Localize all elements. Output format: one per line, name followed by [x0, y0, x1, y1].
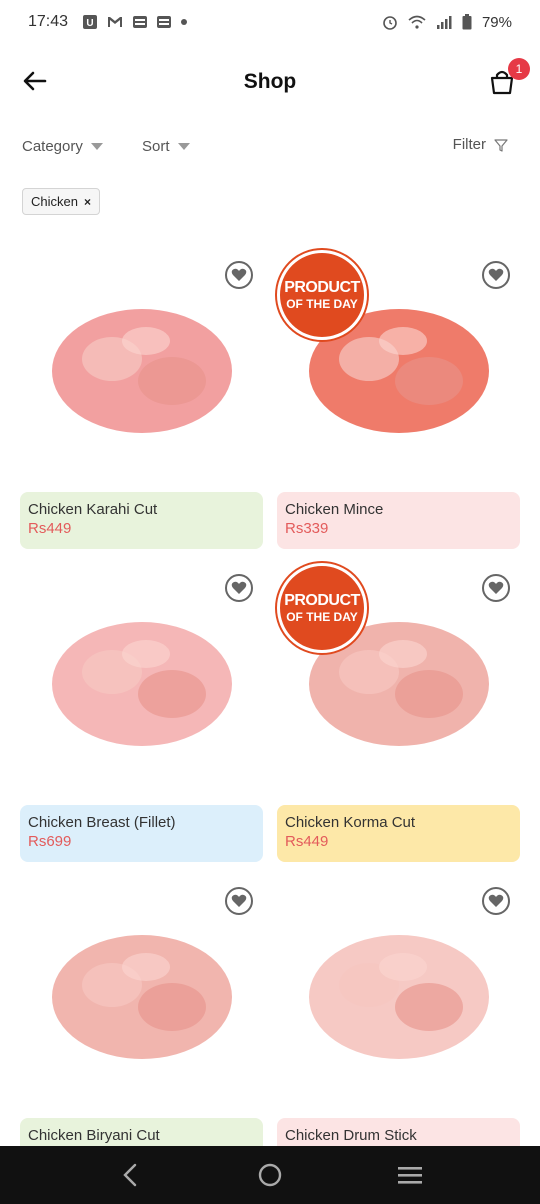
heart-icon: [231, 581, 247, 594]
heart-icon: [488, 581, 504, 594]
badge-line2: OF THE DAY: [286, 297, 358, 311]
nav-home-button[interactable]: [250, 1155, 290, 1195]
status-left: 17:43 U: [28, 13, 188, 31]
favorite-button[interactable]: [225, 574, 253, 602]
product-of-the-day-badge: PRODUCT OF THE DAY: [277, 563, 367, 653]
wifi-icon: [408, 15, 426, 29]
active-filter-chip[interactable]: Chicken ×: [22, 188, 100, 215]
product-price: Rs699: [28, 833, 72, 850]
filter-label: Filter: [452, 136, 486, 153]
sort-label: Sort: [142, 138, 170, 155]
product-card[interactable]: Chicken Biryani Cut: [20, 866, 263, 1146]
product-info[interactable]: Chicken Karahi Cut Rs449: [20, 492, 263, 549]
badge-line1: PRODUCT: [284, 592, 360, 609]
signal-icon: [436, 15, 452, 29]
status-bar: 17:43 U 79%: [0, 0, 540, 44]
product-price: Rs449: [285, 833, 329, 850]
cart-button[interactable]: 1: [484, 58, 530, 100]
chevron-down-icon: [177, 143, 190, 150]
heart-icon: [488, 268, 504, 281]
product-card[interactable]: Chicken Drum Stick: [277, 866, 520, 1146]
meat-illustration: [51, 622, 232, 746]
gallery-icon: [156, 15, 172, 29]
product-info[interactable]: Chicken Breast (Fillet) Rs699: [20, 805, 263, 862]
product-card[interactable]: Chicken Karahi Cut Rs449: [20, 240, 263, 549]
meat-illustration: [51, 309, 232, 433]
badge-line2: OF THE DAY: [286, 610, 358, 624]
sort-dropdown[interactable]: Sort: [142, 138, 190, 155]
battery-icon: [462, 14, 472, 30]
heart-icon: [488, 894, 504, 907]
meat-illustration: [308, 935, 489, 1059]
nav-back-button[interactable]: [110, 1155, 150, 1195]
heart-icon: [231, 894, 247, 907]
nav-recents-button[interactable]: [390, 1155, 430, 1195]
menu-icon: [398, 1167, 422, 1184]
product-price: Rs339: [285, 520, 329, 537]
product-name: Chicken Mince: [285, 501, 384, 518]
chevron-left-icon: [123, 1163, 137, 1187]
badge-line1: PRODUCT: [284, 279, 360, 296]
u-app-icon: U: [82, 14, 98, 30]
chevron-down-icon: [90, 143, 103, 150]
product-info[interactable]: Chicken Mince Rs339: [277, 492, 520, 549]
heart-icon: [231, 268, 247, 281]
product-name: Chicken Drum Stick: [285, 1127, 417, 1144]
alarm-icon: [382, 14, 398, 30]
product-name: Chicken Biryani Cut: [28, 1127, 160, 1144]
favorite-button[interactable]: [225, 261, 253, 289]
product-grid: Chicken Karahi Cut Rs449 PRODUCT OF THE DAY…: [20, 240, 520, 1146]
product-name: Chicken Breast (Fillet): [28, 814, 176, 831]
gmail-icon: [106, 15, 124, 29]
category-dropdown[interactable]: Category: [22, 138, 103, 155]
status-right: 79%: [382, 14, 512, 31]
meat-illustration: [51, 935, 232, 1059]
product-info[interactable]: Chicken Drum Stick: [277, 1118, 520, 1146]
filter-button[interactable]: Filter: [453, 136, 508, 153]
favorite-button[interactable]: [482, 574, 510, 602]
cart-count-badge: 1: [508, 58, 530, 80]
favorite-button[interactable]: [482, 261, 510, 289]
category-label: Category: [22, 138, 83, 155]
battery-level: 79%: [481, 13, 512, 31]
product-name: Chicken Korma Cut: [285, 814, 416, 831]
close-icon[interactable]: ×: [84, 195, 91, 209]
status-time: 17:43: [28, 13, 69, 30]
dot-icon: [180, 18, 188, 26]
product-card[interactable]: PRODUCT OF THE DAY Chicken Mince Rs339: [277, 240, 520, 549]
favorite-button[interactable]: [482, 887, 510, 915]
svg-text:U: U: [86, 18, 93, 29]
product-card[interactable]: Chicken Breast (Fillet) Rs699: [20, 553, 263, 862]
product-of-the-day-badge: PRODUCT OF THE DAY: [277, 250, 367, 340]
filter-funnel-icon: [494, 138, 508, 152]
product-info[interactable]: Chicken Biryani Cut: [20, 1118, 263, 1146]
product-name: Chicken Karahi Cut: [28, 501, 158, 518]
favorite-button[interactable]: [225, 887, 253, 915]
page-title: Shop: [243, 70, 297, 93]
filter-bar: Category Sort Filter: [0, 132, 540, 166]
product-price: Rs449: [28, 520, 72, 537]
app-header: Shop 1: [0, 52, 540, 112]
chip-label: Chicken: [31, 194, 78, 209]
gallery-icon: [132, 15, 148, 29]
product-card[interactable]: PRODUCT OF THE DAY Chicken Korma Cut Rs449: [277, 553, 520, 862]
product-info[interactable]: Chicken Korma Cut Rs449: [277, 805, 520, 862]
home-circle-icon: [258, 1163, 282, 1187]
system-nav-bar: [0, 1146, 540, 1204]
